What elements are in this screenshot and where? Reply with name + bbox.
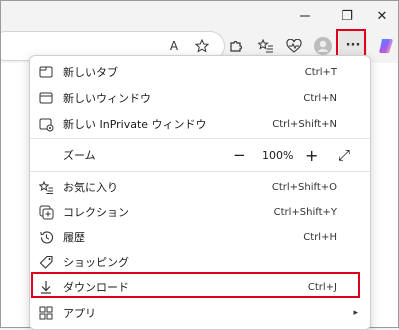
menu-item-label: アプリ bbox=[63, 307, 96, 320]
menu-item-shortcut: Ctrl+Shift+O bbox=[271, 181, 337, 193]
heart-pulse-icon bbox=[286, 39, 302, 53]
minimize-button[interactable] bbox=[284, 1, 326, 31]
zoom-level: 100% bbox=[262, 148, 294, 162]
collections-icon bbox=[38, 204, 54, 220]
menu-item-collections[interactable]: コレクション Ctrl+Shift+Y bbox=[30, 198, 370, 226]
minimize-icon bbox=[300, 11, 310, 21]
favorites-icon bbox=[258, 39, 274, 53]
avatar bbox=[314, 37, 332, 55]
inprivate-icon bbox=[38, 116, 54, 132]
read-aloud-icon: A bbox=[169, 39, 179, 53]
menu-item-history[interactable]: 履歴 Ctrl+H bbox=[30, 223, 370, 251]
menu-item-label: ショッピング bbox=[63, 256, 129, 269]
favorites-icon bbox=[38, 179, 54, 195]
downloads-highlight bbox=[31, 272, 360, 298]
menu-item-new-window[interactable]: 新しいウィンドウ Ctrl+N bbox=[30, 84, 370, 112]
menu-item-label: お気に入り bbox=[63, 181, 118, 194]
apps-icon bbox=[38, 305, 54, 321]
zoom-in-button[interactable]: + bbox=[305, 146, 318, 165]
menu-divider bbox=[30, 171, 370, 172]
menu-item-label: コレクション bbox=[63, 206, 129, 219]
submenu-arrow-icon: ▸ bbox=[353, 308, 358, 318]
close-icon: ✕ bbox=[376, 8, 388, 24]
menu-item-shortcut: Ctrl+Shift+Y bbox=[273, 206, 337, 218]
zoom-row: ズーム − 100% + ⤢ bbox=[30, 140, 370, 170]
menu-item-shortcut: Ctrl+N bbox=[303, 92, 337, 104]
menu-item-label: 新しいタブ bbox=[63, 66, 118, 79]
copilot-icon bbox=[377, 37, 395, 55]
puzzle-icon bbox=[229, 39, 243, 53]
fullscreen-icon[interactable]: ⤢ bbox=[338, 146, 350, 164]
zoom-out-button[interactable]: − bbox=[233, 146, 246, 164]
shopping-icon bbox=[38, 254, 54, 270]
history-icon bbox=[38, 229, 54, 245]
menu-item-shortcut: Ctrl+Shift+N bbox=[272, 118, 337, 130]
restore-icon: ❐ bbox=[341, 8, 353, 24]
menu-item-label: 履歴 bbox=[63, 231, 85, 244]
star-icon bbox=[195, 39, 209, 53]
menu-item-favorites[interactable]: お気に入り Ctrl+Shift+O bbox=[30, 173, 370, 201]
menu-item-new-inprivate-window[interactable]: 新しい InPrivate ウィンドウ Ctrl+Shift+N bbox=[30, 110, 370, 138]
copilot-button[interactable] bbox=[373, 33, 398, 59]
menu-item-new-tab[interactable]: 新しいタブ Ctrl+T bbox=[30, 58, 370, 86]
menu-item-apps[interactable]: アプリ ▸ bbox=[30, 299, 370, 327]
zoom-label: ズーム bbox=[63, 149, 96, 162]
menu-item-shortcut: Ctrl+T bbox=[304, 66, 337, 78]
menu-divider bbox=[30, 138, 370, 139]
new-window-icon bbox=[38, 90, 54, 106]
close-button[interactable]: ✕ bbox=[361, 1, 398, 31]
new-tab-icon bbox=[38, 64, 54, 80]
menu-item-shortcut: Ctrl+H bbox=[303, 231, 337, 243]
menu-item-label: 新しい InPrivate ウィンドウ bbox=[63, 118, 207, 131]
menu-item-label: 新しいウィンドウ bbox=[63, 92, 151, 105]
